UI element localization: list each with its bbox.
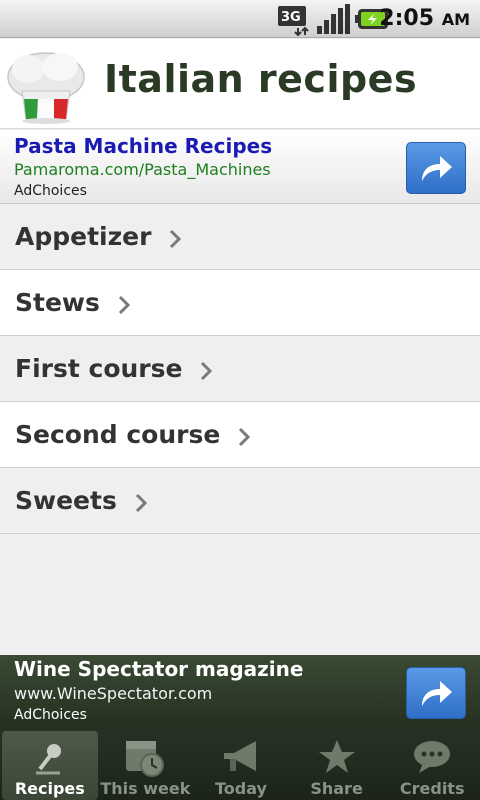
tab-bar: Recipes This week Today Share Credits	[0, 729, 480, 800]
share-arrow-icon	[422, 156, 452, 181]
tab-label: Today	[215, 779, 267, 798]
ad-url[interactable]: www.WineSpectator.com	[14, 684, 212, 703]
page-title: Italian recipes	[104, 57, 418, 101]
megaphone-icon	[223, 741, 256, 771]
tab-label: Share	[310, 779, 363, 798]
category-item-second-course[interactable]: Second course	[0, 402, 480, 468]
chevron-right-icon	[239, 427, 251, 446]
chevron-right-icon	[170, 229, 182, 248]
tab-recipes[interactable]: Recipes	[2, 731, 98, 800]
category-label: Second course	[15, 420, 221, 449]
category-label: Sweets	[15, 486, 117, 515]
speech-bubble-icon	[414, 741, 451, 773]
ad-choices[interactable]: AdChoices	[14, 707, 87, 723]
chevron-right-icon	[118, 295, 130, 314]
chevron-right-icon	[201, 361, 213, 380]
microphone-icon	[35, 744, 61, 775]
chef-hat-icon	[7, 52, 85, 124]
category-label: Stews	[15, 288, 100, 317]
calendar-clock-icon	[126, 741, 165, 777]
ad-url[interactable]: Pamaroma.com/Pasta_Machines	[14, 160, 271, 179]
signal-icon	[317, 4, 350, 34]
tab-this-week[interactable]: This week	[98, 729, 194, 800]
tab-label: Credits	[399, 779, 465, 798]
ad-title[interactable]: Pasta Machine Recipes	[14, 134, 272, 158]
category-item-appetizer[interactable]: Appetizer	[0, 204, 480, 270]
tab-today[interactable]: Today	[193, 729, 289, 800]
ad-open-button[interactable]	[406, 142, 466, 194]
category-item-first-course[interactable]: First course	[0, 336, 480, 402]
ad-choices[interactable]: AdChoices	[14, 183, 87, 199]
clock-ampm: AM	[441, 10, 470, 29]
tab-label: This week	[100, 779, 191, 798]
category-item-sweets[interactable]: Sweets	[0, 468, 480, 534]
clock: 2:05 AM	[379, 6, 470, 31]
svg-text:3G: 3G	[281, 10, 301, 25]
status-bar: 3G 2:05 AM	[0, 0, 480, 38]
share-arrow-icon	[422, 681, 452, 706]
category-label: Appetizer	[15, 222, 152, 251]
ad-banner-bottom[interactable]: Wine Spectator magazine www.WineSpectato…	[0, 655, 480, 729]
network-3g-icon: 3G	[278, 6, 309, 36]
tab-credits[interactable]: Credits	[384, 729, 480, 800]
ad-open-button[interactable]	[406, 667, 466, 719]
category-list: Appetizer Stews First course Second cour…	[0, 204, 480, 534]
tab-share[interactable]: Share	[289, 729, 385, 800]
star-icon	[318, 740, 355, 773]
clock-time: 2:05	[379, 6, 435, 31]
ad-banner-top[interactable]: Pasta Machine Recipes Pamaroma.com/Pasta…	[0, 130, 480, 204]
category-label: First course	[15, 354, 183, 383]
ad-title[interactable]: Wine Spectator magazine	[14, 657, 303, 681]
chevron-right-icon	[135, 493, 147, 512]
category-item-stews[interactable]: Stews	[0, 270, 480, 336]
tab-label: Recipes	[14, 779, 85, 798]
app-header: Italian recipes	[0, 39, 480, 129]
